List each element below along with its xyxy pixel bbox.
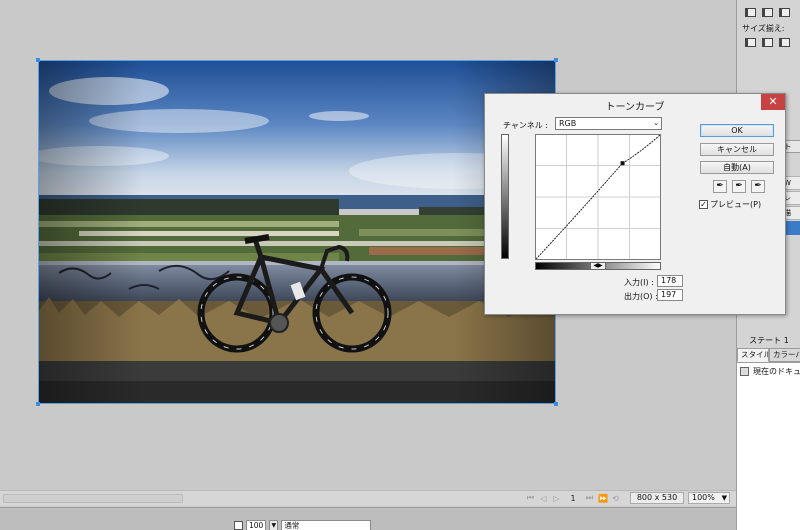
blend-mode-select[interactable]: 通常	[281, 520, 372, 530]
dialog-titlebar[interactable]: トーンカーブ ✕	[485, 94, 785, 114]
panel-tabs: スタイル カラーパ	[737, 348, 800, 362]
cancel-button[interactable]: キャンセル	[700, 143, 774, 156]
document-icon	[740, 367, 749, 376]
status-bar: ⏮ ◁ ▷ 1 ⏭ ⏩ ⟲ 800 x 530 100% ▼	[520, 491, 736, 505]
channel-label: チャンネル :	[503, 121, 548, 130]
chevron-down-icon: ⌄	[653, 119, 659, 127]
properties-bar: 100 ▼ 通常	[0, 507, 736, 530]
state-label: ステート 1	[749, 336, 789, 345]
match-width-icon[interactable]	[745, 38, 756, 47]
align-icon-row	[745, 8, 790, 17]
curve-graph[interactable]	[535, 134, 661, 260]
auto-button[interactable]: 自動(A)	[700, 161, 774, 174]
align-top-icon[interactable]	[745, 8, 756, 17]
chevron-down-icon[interactable]: ▼	[269, 520, 279, 530]
align-middle-icon[interactable]	[762, 8, 773, 17]
selection-handle[interactable]	[36, 402, 40, 406]
opacity-icon	[234, 521, 243, 530]
play-icon[interactable]: ▷	[552, 494, 561, 503]
channel-value: RGB	[559, 119, 577, 128]
selection-handle[interactable]	[554, 58, 558, 62]
page-number: 1	[570, 493, 576, 503]
size-align-icon-row	[745, 38, 790, 47]
tone-curve-dialog: トーンカーブ ✕ チャンネル : RGB ⌄ ◀▶ 入力(I) : 178 出力…	[484, 93, 786, 315]
dialog-title: トーンカーブ	[605, 102, 665, 113]
prev-page-icon[interactable]: ◁	[539, 494, 548, 503]
photo-bicycle	[39, 61, 555, 403]
zoom-select[interactable]: 100% ▼	[688, 492, 730, 504]
selection-handle[interactable]	[554, 402, 558, 406]
doc-item-label: 現在のドキュ	[753, 367, 800, 376]
style-list: 現在のドキュ	[737, 362, 800, 530]
curve-svg[interactable]	[535, 134, 661, 260]
preview-label: プレビュー(P)	[710, 200, 762, 209]
zoom-value: 100%	[692, 493, 715, 502]
align-bottom-icon[interactable]	[779, 8, 790, 17]
photo-canvas[interactable]	[38, 60, 556, 404]
input-field[interactable]: 178	[657, 275, 683, 287]
close-button[interactable]: ✕	[761, 94, 785, 110]
selection-handle[interactable]	[36, 58, 40, 62]
input-label: 入力(I) :	[624, 278, 654, 287]
match-height-icon[interactable]	[762, 38, 773, 47]
chevron-down-icon: ▼	[721, 494, 727, 502]
list-item[interactable]: 現在のドキュ	[740, 366, 800, 377]
white-eyedropper-icon[interactable]: ✒	[751, 180, 765, 193]
preview-checkbox-row[interactable]: ✓ プレビュー(P)	[699, 199, 761, 210]
tab-color[interactable]: カラーパ	[769, 348, 800, 362]
curve-control-point[interactable]	[620, 161, 625, 166]
input-slider-handle[interactable]: ◀▶	[590, 262, 606, 270]
tab-style[interactable]: スタイル	[737, 348, 770, 362]
preview-checkbox[interactable]: ✓	[699, 200, 708, 209]
input-gradient: ◀▶	[535, 262, 661, 270]
output-label: 出力(O) :	[624, 292, 658, 301]
loop-icon[interactable]: ⟲	[611, 494, 620, 503]
scrollbar-thumb[interactable]	[3, 494, 183, 503]
output-gradient	[501, 134, 509, 259]
last-page-icon[interactable]: ⏩	[598, 494, 608, 503]
output-field[interactable]: 197	[657, 289, 683, 301]
next-page-icon[interactable]: ⏭	[585, 493, 594, 503]
black-eyedropper-icon[interactable]: ✒	[713, 180, 727, 193]
image-size-display: 800 x 530	[630, 492, 684, 504]
match-size-icon[interactable]	[779, 38, 790, 47]
opacity-field[interactable]: 100	[246, 520, 267, 530]
ok-button[interactable]: OK	[700, 124, 774, 137]
size-align-label: サイズ揃え:	[742, 24, 785, 33]
first-page-icon[interactable]: ⏮	[526, 493, 535, 503]
gray-eyedropper-icon[interactable]: ✒	[732, 180, 746, 193]
channel-select[interactable]: RGB ⌄	[555, 117, 662, 130]
